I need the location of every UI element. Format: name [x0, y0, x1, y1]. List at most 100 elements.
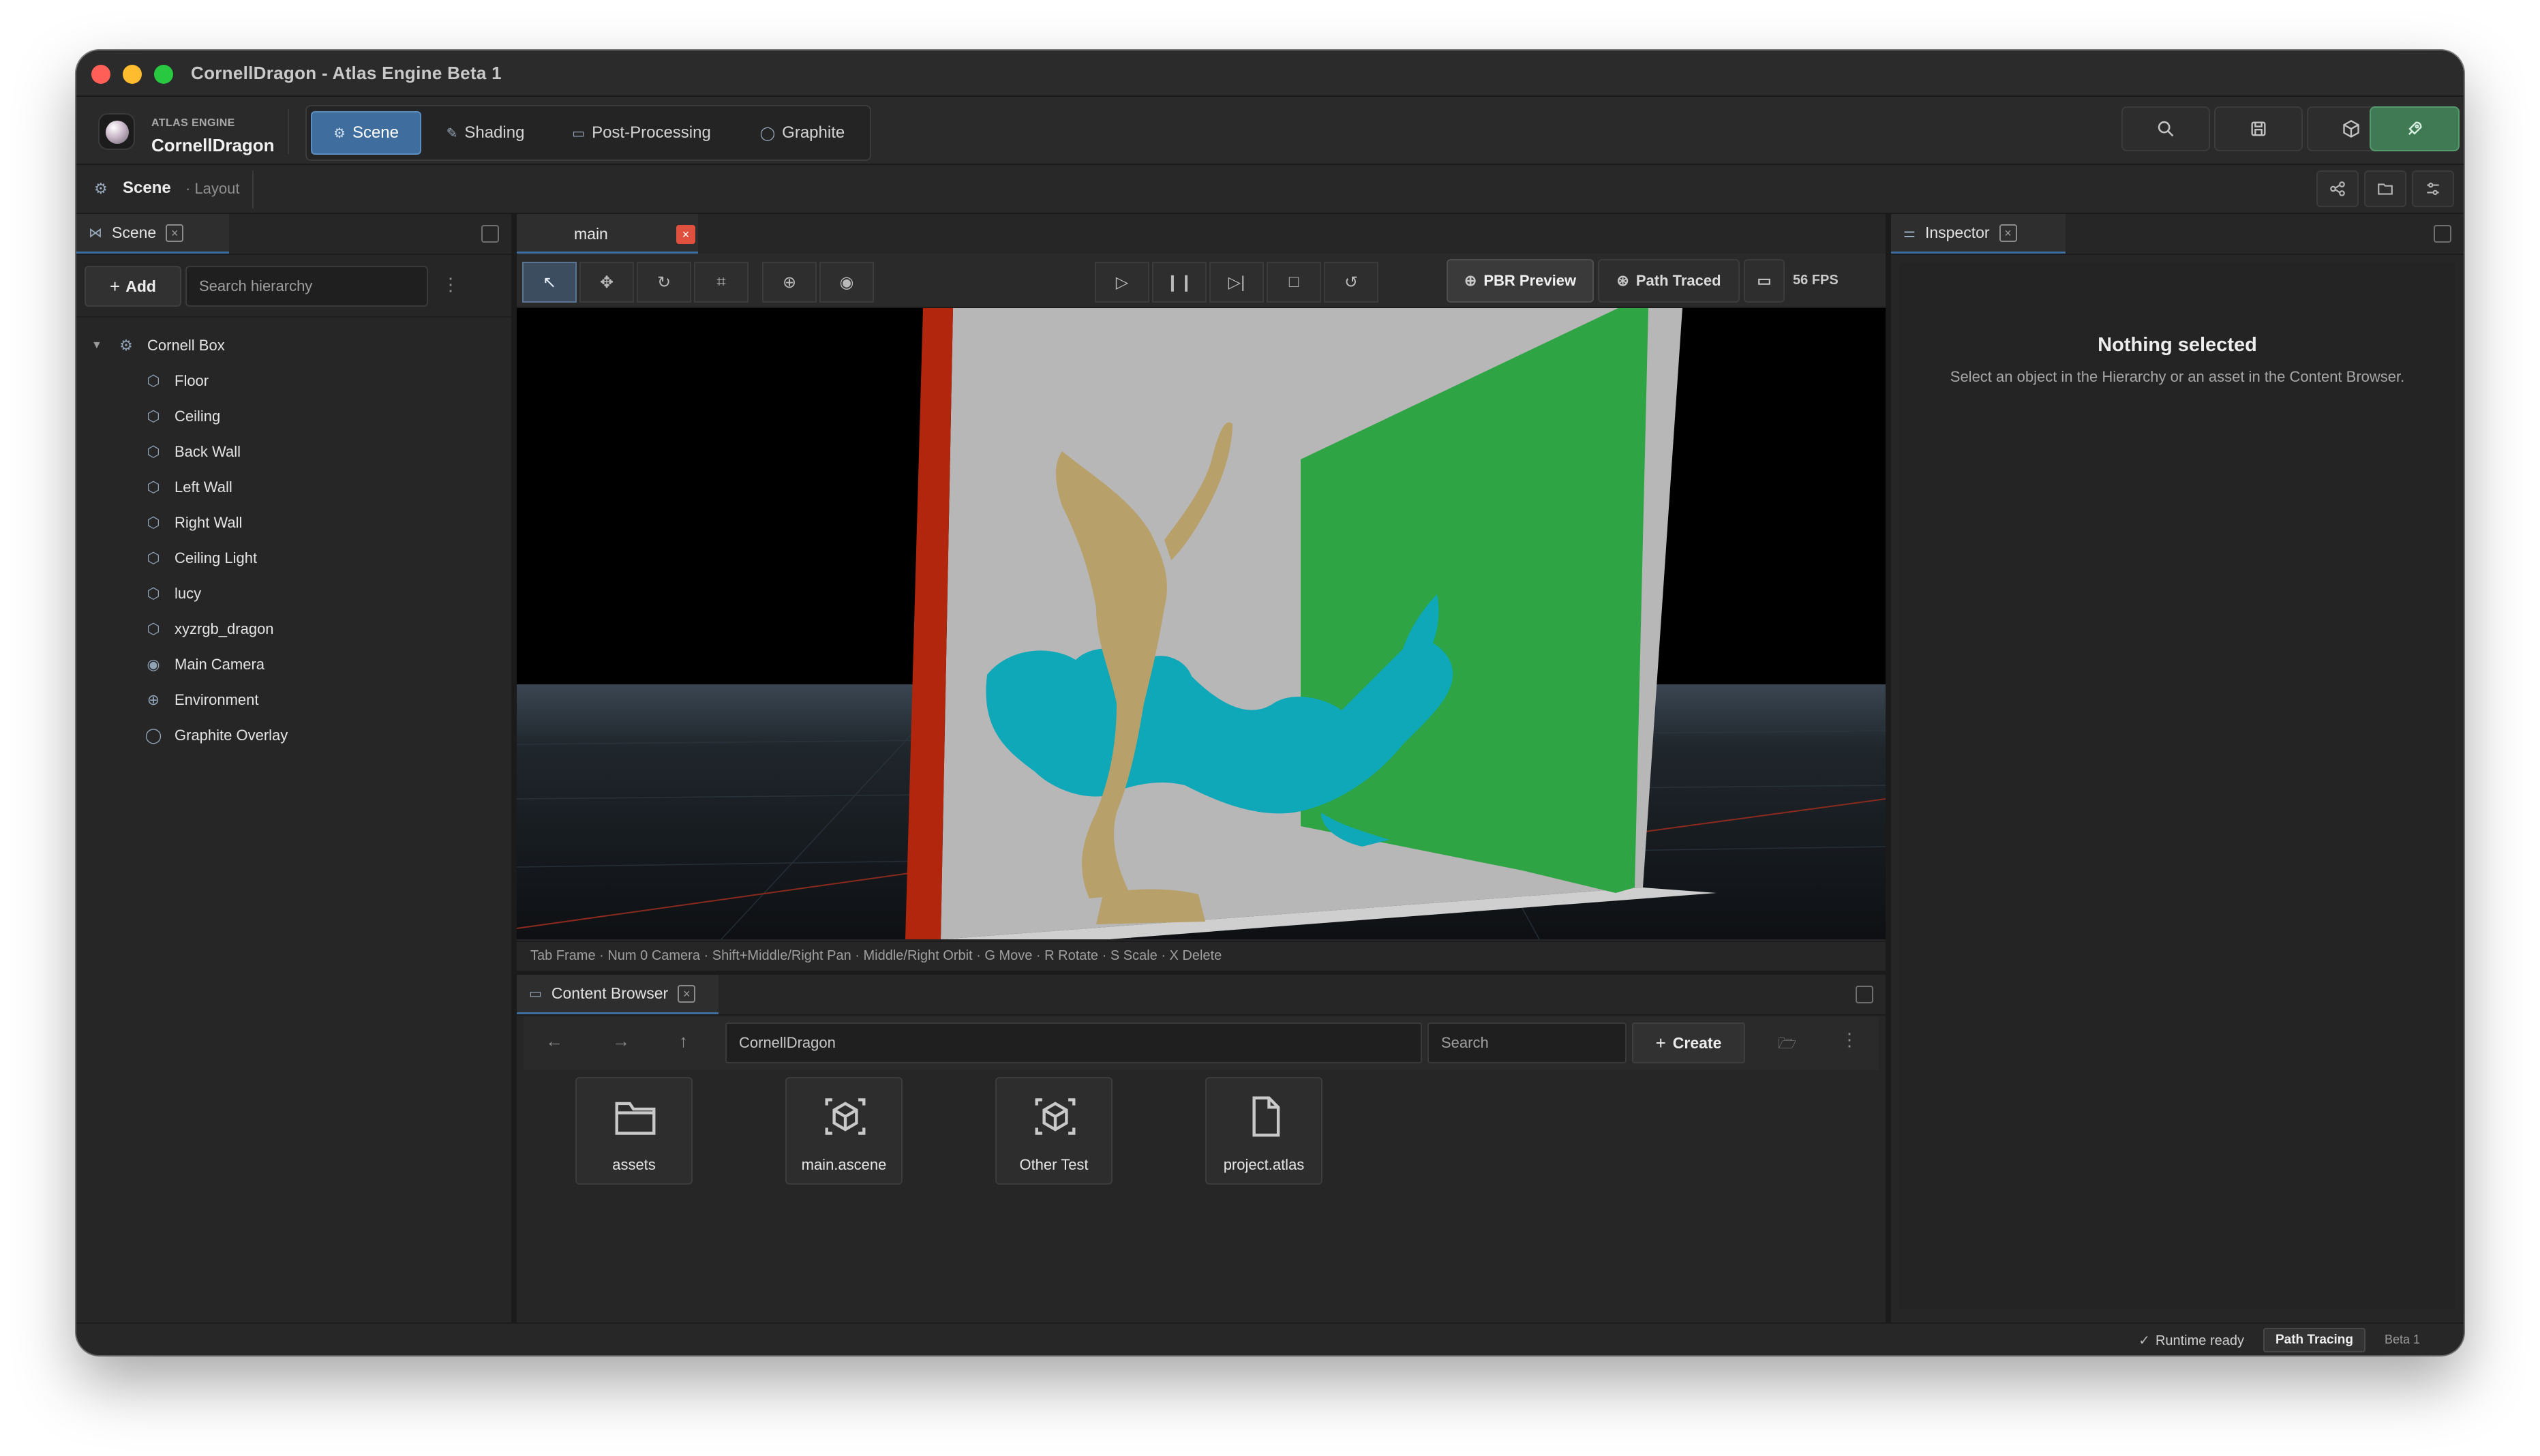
tree-item[interactable]: ⬡ Floor [145, 365, 209, 397]
subbar-divider [252, 170, 254, 209]
cube-icon: ⬡ [147, 479, 160, 496]
move-tool-button[interactable]: ✥ [579, 262, 634, 303]
splitter[interactable] [1886, 214, 1891, 1322]
add-button[interactable]: + Add [85, 266, 181, 307]
scene-file-icon [1035, 1098, 1076, 1135]
close-icon[interactable]: × [166, 224, 184, 242]
save-icon [2251, 121, 2266, 136]
cube-icon: ⬡ [147, 620, 160, 637]
asset-tile[interactable]: project.atlas [1205, 1077, 1322, 1185]
asset-tile[interactable]: assets [575, 1077, 693, 1185]
tree-item-cornell-box[interactable]: ▼ ⚙ Cornell Box [91, 330, 225, 361]
up-arrow-icon[interactable]: ↑ [679, 1031, 688, 1052]
maximize-panel-icon[interactable] [481, 225, 499, 243]
open-folder-icon[interactable]: 🗁 [1778, 1032, 1796, 1058]
tab-main[interactable]: main × [517, 214, 698, 254]
tree-item[interactable]: ⬡ Back Wall [145, 436, 241, 468]
pbr-preview-button[interactable]: ⊕ PBR Preview [1447, 259, 1594, 303]
select-tool-button[interactable]: ↖ [522, 262, 577, 303]
path-input[interactable]: CornellDragon [725, 1022, 1422, 1063]
add-button-label: Add [125, 277, 156, 295]
splitter[interactable] [511, 214, 517, 1322]
runtime-status-label: Runtime ready [2155, 1333, 2244, 1348]
back-arrow-icon[interactable]: ← [545, 1031, 563, 1052]
asset-search-input[interactable]: Search [1427, 1022, 1627, 1063]
display-button[interactable]: ▭ [1744, 259, 1785, 303]
scale-tool-button[interactable]: ⌗ [694, 262, 749, 303]
mode-tabs: ⚙ Scene ✎ Shading ▭ Post-Processing ◯ Gr… [305, 105, 871, 161]
minimize-window-button[interactable] [123, 65, 142, 84]
run-button[interactable] [2370, 106, 2460, 151]
zoom-window-button[interactable] [154, 65, 173, 84]
panel-divider [517, 1014, 1886, 1016]
tab-inspector[interactable]: ⚌ Inspector × [1891, 214, 2066, 254]
open-folder-button[interactable] [2364, 170, 2406, 207]
settings-button[interactable] [2412, 170, 2454, 207]
tree-item[interactable]: ⬡ Ceiling Light [145, 543, 257, 574]
sliders-icon [2427, 182, 2439, 196]
step-button[interactable]: ▷| [1209, 262, 1264, 303]
cube-icon: ⬡ [147, 549, 160, 566]
panel-divider [76, 254, 511, 255]
play-icon: ▷ [1115, 273, 1129, 292]
stop-icon: □ [1288, 273, 1299, 291]
tab-graphite[interactable]: ◯ Graphite [738, 111, 867, 155]
rotate-tool-button[interactable]: ↻ [637, 262, 691, 303]
tree-item[interactable]: ◉ Main Camera [145, 649, 264, 680]
close-window-button[interactable] [91, 65, 110, 84]
globe-icon: ⊕ [782, 273, 797, 292]
pause-button[interactable]: ❙❙ [1152, 262, 1207, 303]
tree-item[interactable]: ⬡ lucy [145, 578, 201, 609]
maximize-panel-icon[interactable] [1856, 986, 1873, 1003]
reset-button[interactable]: ↺ [1324, 262, 1378, 303]
tab-scene[interactable]: ⚙ Scene [311, 111, 421, 155]
tab-scene-hierarchy[interactable]: ⋈ Scene × [76, 214, 229, 254]
camera-button[interactable]: ◉ [819, 262, 874, 303]
create-button[interactable]: + Create [1632, 1022, 1745, 1063]
play-button[interactable]: ▷ [1095, 262, 1149, 303]
graph-view-button[interactable] [2316, 170, 2359, 207]
scene-icon: ⚙ [333, 125, 346, 141]
tree-item[interactable]: ◯ Graphite Overlay [145, 720, 288, 751]
tree-item[interactable]: ⬡ Ceiling [145, 401, 220, 432]
tree-item[interactable]: ⬡ Left Wall [145, 472, 232, 503]
hierarchy-search-input[interactable]: Search hierarchy [185, 266, 428, 307]
tree-item[interactable]: ⬡ xyzrgb_dragon [145, 613, 273, 645]
render-mode-badge[interactable]: Path Tracing [2263, 1328, 2365, 1352]
brand-label: ATLAS ENGINE [151, 117, 235, 129]
viewport-tab-label: main [574, 225, 608, 243]
save-button[interactable] [2214, 106, 2303, 151]
more-options-icon[interactable]: ⋮ [442, 274, 459, 295]
graph-icon: ⋈ [89, 226, 102, 241]
tab-post-processing[interactable]: ▭ Post-Processing [549, 111, 734, 155]
tree-item-label: Back Wall [175, 443, 241, 460]
tree-item[interactable]: ⬡ Right Wall [145, 507, 242, 539]
close-icon[interactable]: × [1999, 224, 2017, 242]
world-space-button[interactable]: ⊕ [762, 262, 817, 303]
globe-icon: ⊕ [147, 691, 160, 708]
close-icon[interactable]: × [678, 984, 696, 1003]
tab-content-browser[interactable]: ▭ Content Browser × [517, 975, 719, 1014]
shortcut-hints: Tab Frame · Num 0 Camera · Shift+Middle/… [517, 941, 1886, 969]
folder-icon: ▭ [529, 986, 542, 1001]
version-label: Beta 1 [2384, 1333, 2420, 1346]
cube-icon: ⬡ [147, 372, 160, 389]
more-options-icon[interactable]: ⋮ [1841, 1029, 1858, 1050]
maximize-panel-icon[interactable] [2434, 225, 2451, 243]
stop-button[interactable]: □ [1267, 262, 1321, 303]
plus-icon: + [110, 275, 121, 297]
hierarchy-tab-label: Scene [112, 224, 157, 241]
viewport-render[interactable] [517, 308, 1886, 939]
scene-subbar-title: Scene [123, 179, 171, 197]
tree-item[interactable]: ⊕ Environment [145, 684, 259, 716]
tree-item-label: Environment [175, 691, 259, 708]
brush-icon: ✎ [446, 125, 458, 141]
asset-tile[interactable]: main.ascene [785, 1077, 903, 1185]
asset-tile[interactable]: Other Test [995, 1077, 1113, 1185]
scale-icon: ⌗ [716, 273, 726, 291]
close-icon[interactable]: × [676, 225, 695, 244]
path-traced-button[interactable]: ⊛ Path Traced [1598, 259, 1740, 303]
forward-arrow-icon[interactable]: → [612, 1031, 630, 1052]
search-button[interactable] [2121, 106, 2210, 151]
tab-shading[interactable]: ✎ Shading [427, 111, 544, 155]
